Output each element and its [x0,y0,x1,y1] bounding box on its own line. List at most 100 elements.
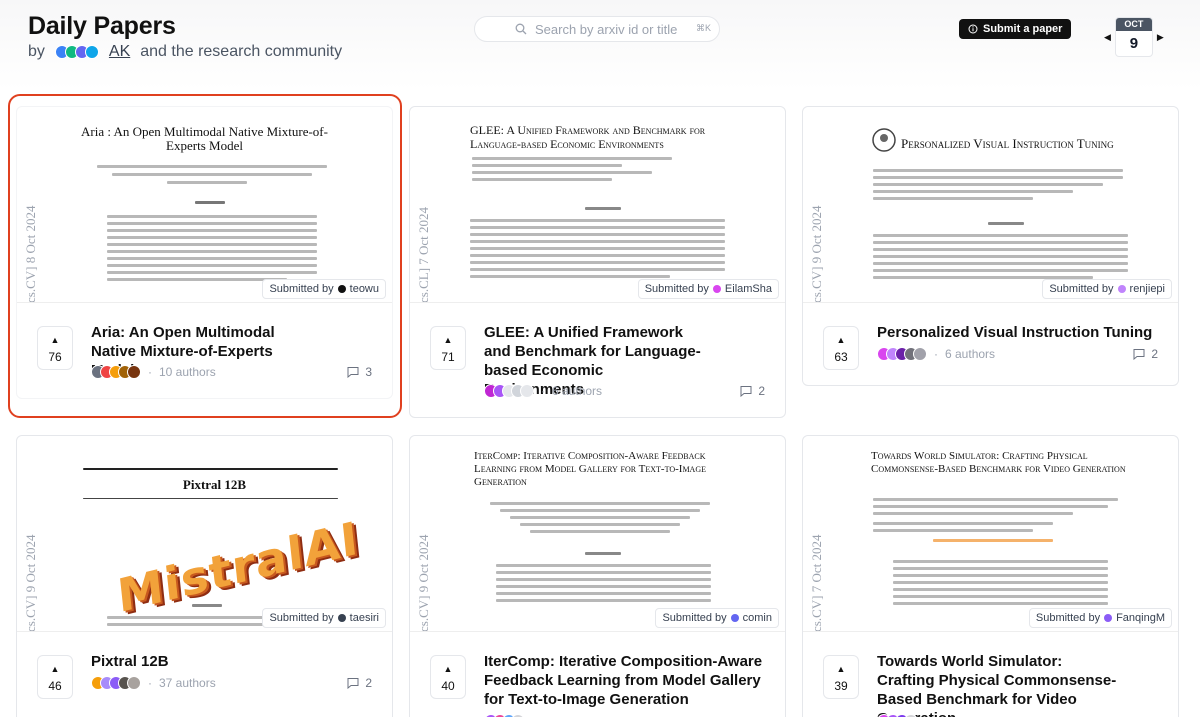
submitted-label: Submitted by [644,283,709,295]
submitted-label: Submitted by [269,612,334,624]
search-icon [515,23,527,35]
comment-icon [1133,349,1145,360]
upvote-icon: ▲ [836,335,846,345]
paper-card[interactable]: cs.CL] 7 Oct 2024 GLEE: A Unified Framew… [409,106,786,418]
paper-thumbnail[interactable]: cs.CV] 7 Oct 2024 Towards World Simulato… [803,436,1178,632]
paper-meta: · 6 authors [877,347,995,361]
submitter-name: teowu [349,283,379,295]
submitter-name: FanqingM [1116,612,1165,624]
upvote-count: 71 [441,350,455,364]
submitter-avatar [730,614,739,622]
paper-title[interactable]: Towards World Simulator: Crafting Physic… [877,652,1118,717]
arxiv-id: cs.CV] 9 Oct 2024 [809,205,824,303]
comments[interactable]: 2 [740,384,765,398]
date-picker[interactable]: OCT 9 [1114,17,1153,57]
next-day-icon[interactable]: ▶ [1157,32,1164,43]
submitted-by-badge[interactable]: Submitted by EilamSha [637,279,779,299]
search-placeholder: Search by arxiv id or title [535,21,678,37]
submitter-name: EilamSha [724,283,772,295]
submitted-by-badge[interactable]: Submitted by comin [655,608,779,628]
paper-title[interactable]: IterComp: Iterative Composition-Aware Fe… [484,652,765,709]
upvote-count: 46 [48,679,62,693]
upvote-button[interactable]: ▲ 63 [823,326,859,370]
submitted-by-badge[interactable]: Submitted by renjiepi [1042,279,1172,299]
comment-count: 2 [1151,347,1158,361]
arxiv-id: cs.CV] 9 Oct 2024 [416,534,431,632]
upvote-button[interactable]: ▲ 40 [430,655,466,699]
authors-count[interactable]: 10 authors [159,365,216,379]
comments[interactable]: 2 [347,676,372,690]
submitter-name: taesiri [349,612,379,624]
date-navigator: ◀ OCT 9 ▶ [1104,17,1164,57]
upvote-icon: ▲ [836,664,846,674]
submitted-by-badge[interactable]: Submitted by FanqingM [1028,608,1172,628]
paper-card[interactable]: cs.CV] 9 Oct 2024 Pixtral 12B MistralAI … [16,435,393,717]
by-label: by [28,43,45,60]
submitted-by-badge[interactable]: Submitted by taesiri [262,608,386,628]
authors-count[interactable]: 6 authors [552,384,602,398]
paper-title[interactable]: Personalized Visual Instruction Tuning [877,323,1158,342]
submitted-label: Submitted by [269,283,334,295]
submitter-avatar [337,285,346,293]
upvote-count: 76 [48,350,62,364]
upvote-icon: ▲ [50,335,60,345]
paper-thumbnail[interactable]: cs.CV] 9 Oct 2024 Pixtral 12B MistralAI … [17,436,392,632]
paper-heading: Pixtral 12B [182,477,247,492]
comments[interactable]: 3 [347,365,372,379]
upvote-icon: ▲ [443,664,453,674]
paper-card[interactable]: cs.CV] 9 Oct 2024 IterComp: Iterative Co… [409,435,786,717]
upvote-count: 40 [441,679,455,693]
info-icon [968,24,978,34]
submitted-label: Submitted by [1035,612,1101,624]
byline: by AK and the research community [28,43,342,61]
paper-card[interactable]: cs.CV] 7 Oct 2024 Towards World Simulato… [802,435,1179,717]
upvote-button[interactable]: ▲ 39 [823,655,859,699]
submitted-label: Submitted by [662,612,727,624]
paper-thumbnail[interactable]: cs.CV] 9 Oct 2024 IterComp: Iterative Co… [410,436,785,632]
submitter-avatar [712,285,721,293]
paper-thumbnail[interactable]: cs.CL] 7 Oct 2024 GLEE: A Unified Framew… [410,107,785,303]
submitter-avatar [1104,614,1113,622]
authors-count[interactable]: 6 authors [945,347,995,361]
submitter-avatar [1117,285,1126,293]
comment-count: 2 [758,384,765,398]
author-avatars [91,676,141,690]
submitter-avatar [337,614,346,622]
author-avatars [91,365,141,379]
ak-link[interactable]: AK [109,43,130,61]
submit-paper-label: Submit a paper [983,23,1063,35]
upvote-button[interactable]: ▲ 46 [37,655,73,699]
paper-thumbnail[interactable]: cs.CV] 9 Oct 2024 Personalized Visual In… [803,107,1178,303]
paper-meta: · 37 authors [91,676,216,690]
search-input[interactable]: Search by arxiv id or title ⌘K [474,16,720,42]
upvote-icon: ▲ [50,664,60,674]
logo-icon [872,128,896,152]
upvote-button[interactable]: ▲ 71 [430,326,466,370]
upvote-count: 39 [834,679,848,693]
comment-count: 3 [365,365,372,379]
community-label: and the research community [140,43,343,60]
submitted-label: Submitted by [1049,283,1114,295]
page-title: Daily Papers [28,12,176,40]
upvote-button[interactable]: ▲ 76 [37,326,73,370]
submitter-name: renjiepi [1129,283,1165,295]
paper-card[interactable]: cs.CV] 8 Oct 2024 Aria : An Open Multimo… [16,106,393,399]
paper-title[interactable]: Pixtral 12B [91,652,372,671]
date-month: OCT [1115,18,1152,31]
author-avatars [484,384,534,398]
comments[interactable]: 2 [1133,347,1158,361]
submit-paper-button[interactable]: Submit a paper [959,19,1072,39]
mistral-logo: MistralAI [114,510,362,624]
comment-count: 2 [365,676,372,690]
submitted-by-badge[interactable]: Submitted by teowu [262,279,386,299]
paper-thumbnail[interactable]: cs.CV] 8 Oct 2024 Aria : An Open Multimo… [17,107,392,303]
paper-card[interactable]: cs.CV] 9 Oct 2024 Personalized Visual In… [802,106,1179,386]
authors-count[interactable]: 37 authors [159,676,216,690]
paper-meta: · 10 authors [91,365,216,379]
arxiv-id: cs.CV] 9 Oct 2024 [23,534,38,632]
arxiv-id: cs.CL] 7 Oct 2024 [416,206,431,303]
paper-heading: Towards World Simulator: Crafting Physic… [871,450,1126,475]
arxiv-id: cs.CV] 8 Oct 2024 [23,205,38,303]
paper-heading: GLEE: A Unified Framework and Benchmark … [470,123,706,151]
prev-day-icon[interactable]: ◀ [1104,32,1111,43]
